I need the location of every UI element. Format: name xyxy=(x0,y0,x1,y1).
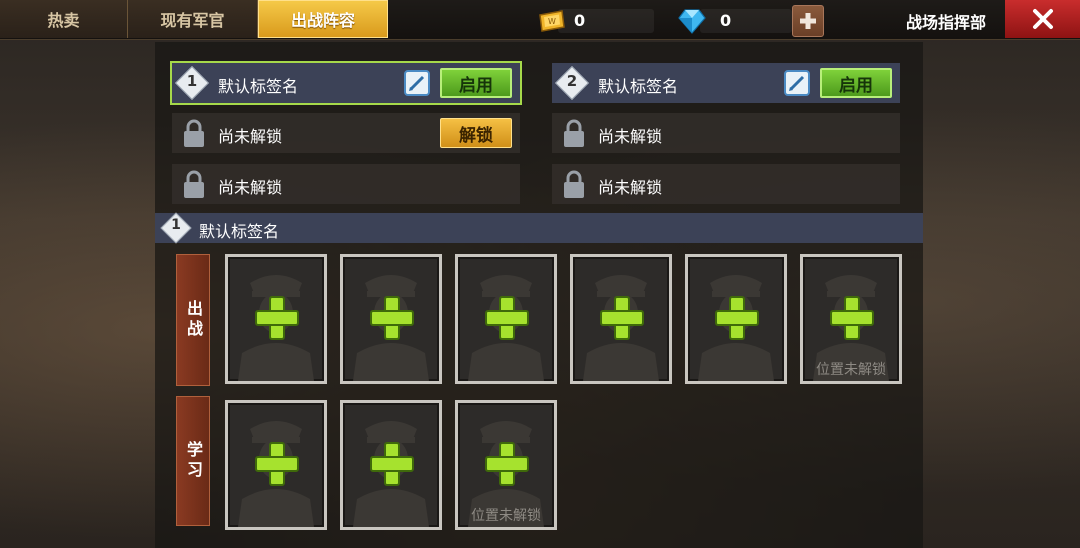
add-officer-icon xyxy=(370,442,414,486)
diamond-currency: 0 xyxy=(678,9,798,34)
lineup-name: 默认标签名 xyxy=(218,77,299,96)
study-tab: 学习 xyxy=(176,396,210,526)
lineup-number: 1 xyxy=(186,72,198,90)
locked-label: 尚未解锁 xyxy=(218,178,283,197)
lock-icon xyxy=(564,170,584,198)
lineup-number: 2 xyxy=(566,72,578,90)
add-officer-icon xyxy=(370,296,414,340)
gold-bar-icon: W xyxy=(539,10,565,32)
locked-label: 尚未解锁 xyxy=(598,127,663,146)
unlock-button[interactable]: 解锁 xyxy=(440,118,512,148)
study-slot[interactable] xyxy=(225,400,327,530)
lineup-locked-6: 尚未解锁 xyxy=(552,164,900,204)
add-officer-icon xyxy=(715,296,759,340)
lineup-locked-4: 尚未解锁 xyxy=(552,113,900,153)
add-officer-icon xyxy=(600,296,644,340)
tab-hot-sale[interactable]: 热卖 xyxy=(0,0,128,38)
locked-label: 尚未解锁 xyxy=(218,127,283,146)
gold-currency: W 0 xyxy=(536,9,656,33)
svg-text:W: W xyxy=(548,17,556,26)
slot-locked-text: 位置未解锁 xyxy=(816,362,886,378)
enable-button[interactable]: 启用 xyxy=(820,68,892,98)
add-officer-icon xyxy=(255,442,299,486)
lineup-panel: 1 默认标签名 启用 2 默认标签名 启用 尚未解锁 解锁 尚未解锁 尚未解锁 … xyxy=(155,42,923,548)
add-officer-icon xyxy=(485,296,529,340)
current-lineup-name: 默认标签名 xyxy=(199,222,280,241)
close-icon xyxy=(1032,9,1053,29)
add-currency-button[interactable] xyxy=(792,5,824,37)
battle-slot[interactable] xyxy=(225,254,327,384)
lock-icon xyxy=(564,119,584,147)
edit-name-icon[interactable] xyxy=(404,70,430,96)
close-button[interactable] xyxy=(1005,0,1080,38)
enable-button[interactable]: 启用 xyxy=(440,68,512,98)
lineup-name: 默认标签名 xyxy=(598,77,679,96)
battle-slot[interactable] xyxy=(685,254,787,384)
lock-icon xyxy=(184,119,204,147)
locked-label: 尚未解锁 xyxy=(598,178,663,197)
battle-slot[interactable] xyxy=(570,254,672,384)
study-slot[interactable]: 位置未解锁 xyxy=(455,400,557,530)
lineup-locked-5: 尚未解锁 xyxy=(172,164,520,204)
add-officer-icon xyxy=(255,296,299,340)
add-officer-icon xyxy=(830,296,874,340)
battle-slot[interactable] xyxy=(340,254,442,384)
lineup-2[interactable]: 2 默认标签名 启用 xyxy=(552,63,900,103)
edit-name-icon[interactable] xyxy=(784,70,810,96)
diamond-value: 0 xyxy=(720,11,732,30)
lineup-number: 1 xyxy=(171,217,181,233)
page-title: 战场指挥部 xyxy=(906,13,987,32)
current-lineup-bar: 1 默认标签名 xyxy=(155,212,923,244)
slot-locked-text: 位置未解锁 xyxy=(471,508,541,524)
add-officer-icon xyxy=(485,442,529,486)
lineup-locked-3: 尚未解锁 解锁 xyxy=(172,113,520,153)
study-slot[interactable] xyxy=(340,400,442,530)
plus-icon xyxy=(800,13,816,29)
tab-battle-lineup[interactable]: 出战阵容 xyxy=(258,0,388,38)
lineup-1[interactable]: 1 默认标签名 启用 xyxy=(170,61,522,105)
lock-icon xyxy=(184,170,204,198)
diamond-icon xyxy=(678,9,706,34)
gold-value: 0 xyxy=(574,11,586,30)
top-bar: 热卖 现有军官 出战阵容 W 0 0 战场指挥部 xyxy=(0,0,1080,40)
tab-current-officers[interactable]: 现有军官 xyxy=(128,0,258,38)
battle-tab: 出战 xyxy=(176,254,210,386)
battle-slot[interactable]: 位置未解锁 xyxy=(800,254,902,384)
battle-slot[interactable] xyxy=(455,254,557,384)
